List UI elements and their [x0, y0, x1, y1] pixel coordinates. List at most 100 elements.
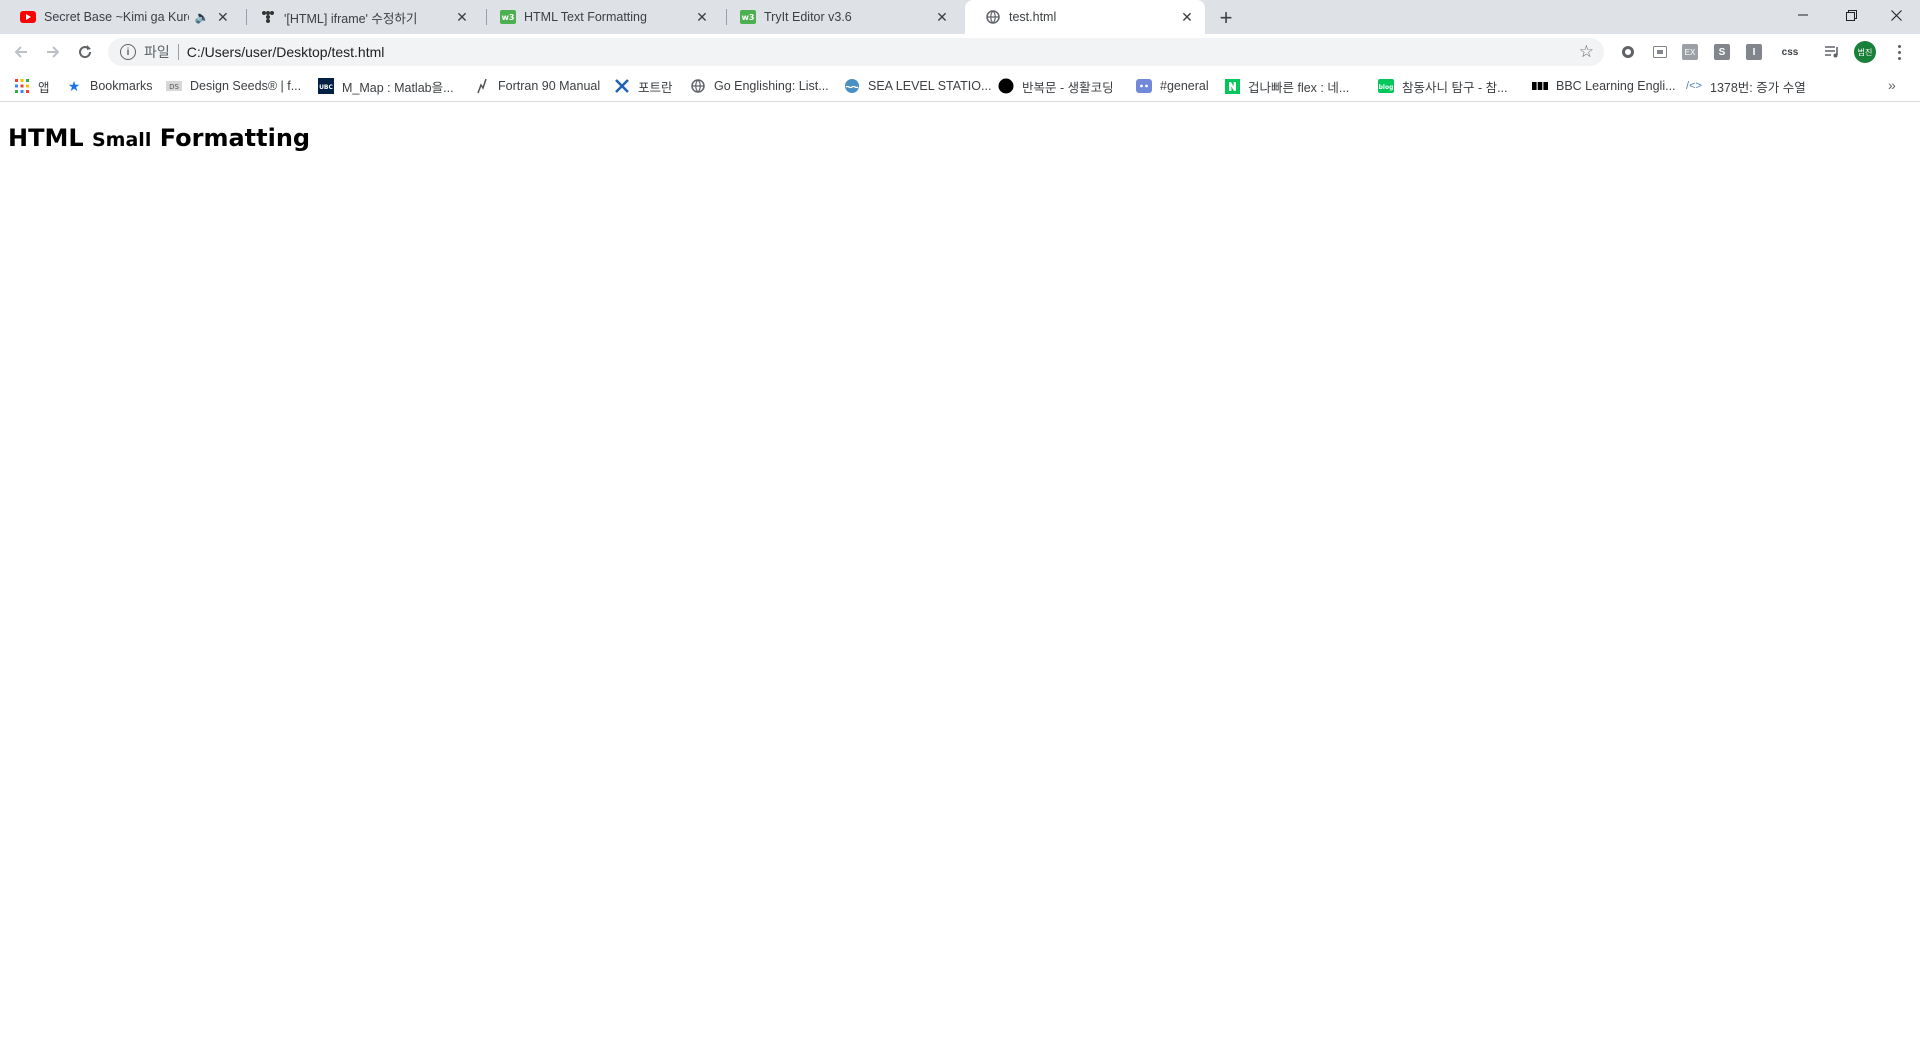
browser-menu-button[interactable] [1890, 40, 1908, 64]
bookmark-blog[interactable]: blog 참동사니 탐구 - 참... [1378, 70, 1508, 102]
tab-title: TryIt Editor v3.6 [764, 10, 852, 24]
bookmark-fortran-manual[interactable]: Fortran 90 Manual [474, 70, 600, 102]
blog-icon: blog [1378, 78, 1394, 94]
extension-gray-icon[interactable]: EX [1682, 44, 1698, 60]
globe-icon [690, 78, 706, 94]
bookmark-discord-general[interactable]: #general [1136, 70, 1209, 102]
close-window-button[interactable] [1873, 0, 1919, 30]
profile-avatar[interactable]: 범진 [1854, 41, 1876, 63]
bookmark-label: Bookmarks [90, 79, 153, 93]
bookmark-star-icon[interactable]: ☆ [1579, 42, 1594, 62]
tab-title: HTML Text Formatting [524, 10, 647, 24]
bbc-icon [1532, 78, 1548, 94]
tab-html-text-formatting[interactable]: w3 HTML Text Formatting ✕ [480, 0, 720, 34]
discord-icon [1136, 78, 1152, 94]
media-control-icon[interactable] [1822, 42, 1842, 62]
address-bar[interactable]: i 파일 C:/Users/user/Desktop/test.html ☆ [108, 38, 1604, 66]
extension-i-label: I [1752, 46, 1756, 58]
omnibox-divider [177, 44, 179, 60]
close-tab-icon[interactable]: ✕ [216, 9, 230, 25]
tab-youtube[interactable]: Secret Base ~Kimi ga Kureta 🔈 ✕ [0, 0, 240, 34]
w3schools-icon: w3 [500, 9, 516, 25]
svg-text:UBC: UBC [319, 84, 333, 91]
sea-level-icon [844, 78, 860, 94]
tab-test-html[interactable]: test.html ✕ [965, 0, 1205, 34]
tab-title: test.html [1009, 10, 1057, 24]
ubc-icon: UBC [318, 78, 334, 94]
svg-text:DS: DS [169, 83, 179, 91]
bookmark-label: SEA LEVEL STATIO... [868, 79, 992, 93]
extension-s-icon[interactable]: S [1714, 44, 1730, 60]
reload-button[interactable] [71, 38, 99, 66]
bookmark-bbc-learning[interactable]: BBC Learning Engli... [1532, 70, 1676, 102]
heading-small-text: Small [92, 129, 152, 151]
bookmark-label: 포트란 [638, 80, 673, 95]
bookmark-label: #general [1160, 79, 1209, 93]
close-tab-icon[interactable]: ✕ [694, 9, 710, 25]
svg-text:blog: blog [1379, 84, 1394, 91]
design-seeds-icon: DS [166, 78, 182, 94]
apps-grid-icon [14, 78, 30, 94]
code-icon: /<> [1686, 80, 1702, 92]
url-text[interactable]: C:/Users/user/Desktop/test.html [187, 44, 385, 60]
tistory-icon [260, 9, 276, 25]
naver-icon [1224, 78, 1240, 94]
new-tab-button[interactable]: + [1212, 4, 1240, 32]
tab-tryit-editor[interactable]: w3 TryIt Editor v3.6 ✕ [720, 0, 960, 34]
bookmark-m-map[interactable]: UBC M_Map : Matlab을... [318, 70, 454, 102]
bookmark-label: 참동사니 탐구 - 참... [1402, 80, 1508, 95]
bookmark-label: Go Englishing: List... [714, 79, 829, 93]
restore-button[interactable] [1828, 0, 1874, 30]
extension-screen-icon[interactable] [1650, 42, 1670, 62]
bookmark-apps[interactable]: 앱 [14, 70, 50, 102]
bookmark-sea-level[interactable]: SEA LEVEL STATIO... [844, 70, 991, 102]
back-button[interactable] [7, 38, 35, 66]
tab-tistory[interactable]: '[HTML] iframe' 수정하기 ✕ [240, 0, 480, 34]
bookmark-label: BBC Learning Engli... [1556, 79, 1676, 93]
bookmark-design-seeds[interactable]: DS Design Seeds® | f... [166, 70, 301, 102]
forward-button[interactable] [39, 38, 67, 66]
tab-title: Secret Base ~Kimi ga Kureta [44, 10, 189, 24]
close-tab-icon[interactable]: ✕ [1179, 9, 1195, 25]
w3schools-icon: w3 [740, 9, 756, 25]
circle-icon [998, 78, 1014, 94]
minimize-button[interactable] [1780, 0, 1826, 30]
extension-css-icon[interactable]: css [1778, 42, 1802, 62]
profile-initials: 범진 [1857, 47, 1873, 57]
bookmark-bookmarks-folder[interactable]: ★ Bookmarks [66, 70, 153, 102]
heading-text-formatting: Formatting [159, 124, 311, 152]
bookmark-label: Fortran 90 Manual [498, 79, 601, 93]
bookmark-opentutorials[interactable]: 반복문 - 생활코딩 [998, 70, 1114, 102]
bookmark-baekjoon-1378[interactable]: /<> 1378번: 증가 수열 [1686, 70, 1806, 102]
cross-icon [614, 78, 630, 94]
extension-circle-icon[interactable] [1618, 42, 1638, 62]
extension-i-icon[interactable]: I [1746, 44, 1762, 60]
tab-title: '[HTML] iframe' 수정하기 [284, 11, 418, 26]
page-heading: HTML Small Formatting [8, 124, 310, 152]
browser-toolbar: i 파일 C:/Users/user/Desktop/test.html ☆ E… [0, 34, 1920, 70]
more-bookmarks-chevron-icon[interactable]: » [1888, 77, 1896, 93]
bookmark-label: Design Seeds® | f... [190, 79, 302, 93]
scheme-label: 파일 [144, 44, 170, 60]
extension-s-label: S [1718, 46, 1726, 58]
globe-icon [985, 9, 1001, 25]
bookmark-flex-naver[interactable]: 겁나빠른 flex : 네... [1224, 70, 1349, 102]
svg-text:w3: w3 [742, 13, 755, 22]
bookmark-go-englishing[interactable]: Go Englishing: List... [690, 70, 829, 102]
close-tab-icon[interactable]: ✕ [934, 9, 950, 25]
bookmark-label: 겁나빠른 flex : 네... [1248, 80, 1350, 95]
youtube-icon [20, 9, 36, 25]
bookmark-label: M_Map : Matlab을... [342, 80, 454, 95]
extension-css-label: css [1781, 46, 1799, 58]
bookmark-fortran-kr[interactable]: 포트란 [614, 70, 673, 102]
bookmarks-bar: 앱 ★ Bookmarks DS Design Seeds® | f... UB… [0, 70, 1920, 102]
heading-text-html: HTML [8, 124, 84, 152]
fortran-icon [474, 78, 490, 94]
speaker-icon[interactable]: 🔈 [195, 10, 210, 24]
svg-text:w3: w3 [502, 13, 515, 22]
close-tab-icon[interactable]: ✕ [454, 9, 470, 25]
bookmark-label: 1378번: 증가 수열 [1710, 80, 1806, 95]
tab-strip: Secret Base ~Kimi ga Kureta 🔈 ✕ '[HTML] … [0, 0, 1920, 34]
bookmark-label: 앱 [38, 80, 50, 95]
info-icon[interactable]: i [120, 44, 136, 60]
